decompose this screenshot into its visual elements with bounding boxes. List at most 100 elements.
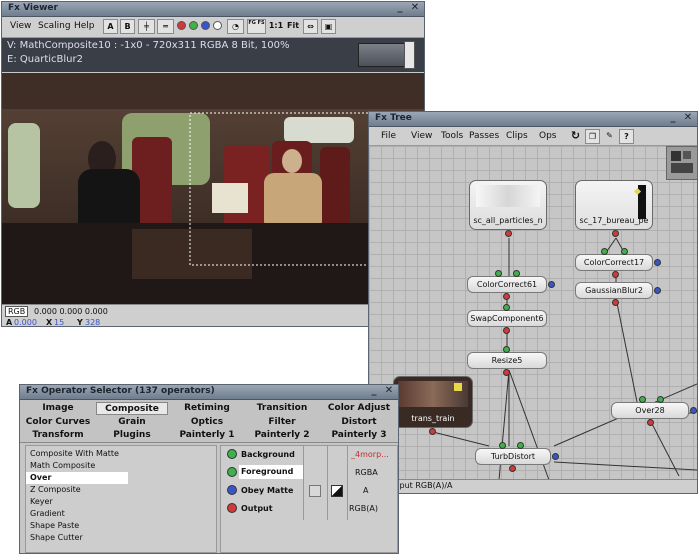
- node-colorcorrect17[interactable]: ColorCorrect17: [575, 254, 653, 271]
- tab-composite[interactable]: Composite: [96, 402, 168, 415]
- tab-transform[interactable]: Transform: [24, 429, 92, 442]
- snapshot-icon[interactable]: ▣: [321, 19, 336, 34]
- node-over28[interactable]: Over28: [611, 402, 689, 419]
- input-pin[interactable]: [517, 442, 524, 449]
- output-pin[interactable]: [612, 271, 619, 278]
- tree-menu-clips[interactable]: Clips: [506, 131, 528, 141]
- close-icon[interactable]: ✕: [682, 113, 694, 124]
- port-foreground[interactable]: Foreground: [239, 465, 303, 479]
- close-icon[interactable]: ✕: [383, 386, 395, 397]
- operator-shape-cutter[interactable]: Shape Cutter: [26, 532, 166, 544]
- node-sc-17-bureau[interactable]: sc_17_bureau_pe: [575, 180, 653, 230]
- operator-gradient[interactable]: Gradient: [26, 508, 166, 520]
- output-pin[interactable]: [612, 230, 619, 237]
- pencil-icon[interactable]: ✎: [602, 129, 617, 144]
- refresh-icon[interactable]: ↻: [568, 129, 583, 144]
- fit-width-icon[interactable]: ⇔: [303, 19, 318, 34]
- input-pin[interactable]: [657, 396, 664, 403]
- operator-z-composite[interactable]: Z Composite: [26, 484, 166, 496]
- a-button[interactable]: A: [103, 19, 118, 34]
- input-pin[interactable]: [654, 259, 661, 266]
- viewer-menu-help[interactable]: Help: [74, 21, 95, 31]
- blue-channel-icon[interactable]: [201, 21, 210, 30]
- tree-menu-view[interactable]: View: [411, 131, 432, 141]
- output-pin[interactable]: [429, 428, 436, 435]
- output-pin[interactable]: [509, 465, 516, 472]
- viewer-slider[interactable]: [358, 43, 410, 67]
- close-icon[interactable]: ✕: [409, 3, 421, 14]
- node-turbdistort[interactable]: TurbDistort: [475, 448, 551, 465]
- color-channels-icon[interactable]: ◔: [227, 19, 244, 34]
- input-pin[interactable]: [548, 281, 555, 288]
- input-pin[interactable]: [499, 442, 506, 449]
- minimize-icon[interactable]: _: [368, 386, 380, 397]
- input-pin[interactable]: [552, 453, 559, 460]
- fit-button[interactable]: Fit: [286, 19, 300, 34]
- tab-plugins[interactable]: Plugins: [96, 429, 168, 442]
- operator-math-composite[interactable]: Math Composite: [26, 460, 166, 472]
- tab-distort[interactable]: Distort: [322, 416, 396, 429]
- input-pin[interactable]: [639, 396, 646, 403]
- output-pin[interactable]: [612, 299, 619, 306]
- input-pin[interactable]: [601, 248, 608, 255]
- output-pin[interactable]: [503, 327, 510, 334]
- tab-grain[interactable]: Grain: [96, 416, 168, 429]
- copy-icon[interactable]: ❐: [585, 129, 600, 144]
- green-channel-icon[interactable]: [189, 21, 198, 30]
- split-icon[interactable]: ╪: [138, 19, 155, 34]
- node-colorcorrect61[interactable]: ColorCorrect61: [467, 276, 547, 293]
- selector-titlebar[interactable]: Fx Operator Selector (137 operators) _ ✕: [20, 385, 398, 400]
- tab-color-curves[interactable]: Color Curves: [24, 416, 92, 429]
- port-background[interactable]: Background: [241, 450, 295, 459]
- graph-navigator[interactable]: [666, 146, 697, 180]
- fg-fs-button[interactable]: FG FS: [247, 19, 266, 34]
- tab-image[interactable]: Image: [24, 402, 92, 415]
- input-pin[interactable]: [503, 346, 510, 353]
- operator-shape-paste[interactable]: Shape Paste: [26, 520, 166, 532]
- tree-menu-file[interactable]: File: [381, 131, 396, 141]
- tab-transition[interactable]: Transition: [246, 402, 318, 415]
- tree-menu-ops[interactable]: Ops: [539, 131, 557, 141]
- port-output[interactable]: Output: [241, 504, 273, 513]
- operator-keyer[interactable]: Keyer: [26, 496, 166, 508]
- input-pin[interactable]: [690, 407, 697, 414]
- node-swapcomponent6[interactable]: SwapComponent6: [467, 310, 547, 327]
- tab-painterly-1[interactable]: Painterly 1: [172, 429, 242, 442]
- viewer-image[interactable]: [2, 73, 424, 305]
- tab-painterly-3[interactable]: Painterly 3: [322, 429, 396, 442]
- input-pin[interactable]: [654, 287, 661, 294]
- operator-list[interactable]: Composite With Matte Math Composite Over…: [25, 445, 217, 553]
- viewer-slider-handle[interactable]: [404, 41, 415, 69]
- red-channel-icon[interactable]: [177, 21, 186, 30]
- matte-invert-icon[interactable]: [331, 485, 343, 497]
- output-pin[interactable]: [505, 230, 512, 237]
- input-pin[interactable]: [621, 248, 628, 255]
- zoom-1-1-button[interactable]: 1:1: [268, 19, 284, 34]
- tree-menu-passes[interactable]: Passes: [469, 131, 499, 141]
- tab-filter[interactable]: Filter: [246, 416, 318, 429]
- viewer-menu-scaling[interactable]: Scaling: [38, 21, 71, 31]
- help-icon[interactable]: ?: [619, 129, 634, 144]
- node-resize5[interactable]: Resize5: [467, 352, 547, 369]
- output-pin[interactable]: [647, 419, 654, 426]
- tree-menu-tools[interactable]: Tools: [441, 131, 463, 141]
- matte-checkbox[interactable]: [309, 485, 321, 497]
- input-pin[interactable]: [495, 270, 502, 277]
- alpha-channel-icon[interactable]: [213, 21, 222, 30]
- operator-over[interactable]: Over: [26, 472, 128, 484]
- input-pin[interactable]: [513, 270, 520, 277]
- output-pin[interactable]: [503, 293, 510, 300]
- tab-painterly-2[interactable]: Painterly 2: [246, 429, 318, 442]
- tab-color-adjust[interactable]: Color Adjust: [322, 402, 396, 415]
- minimize-icon[interactable]: _: [394, 3, 406, 14]
- wipe-icon[interactable]: ═: [157, 19, 174, 34]
- node-sc-all-particles[interactable]: sc_all_particles_n: [469, 180, 547, 230]
- node-gaussianblur2[interactable]: GaussianBlur2: [575, 282, 653, 299]
- status-mode[interactable]: RGB: [5, 306, 29, 317]
- viewer-titlebar[interactable]: Fx Viewer _ ✕: [2, 2, 424, 17]
- node-trans-train[interactable]: trans_train: [393, 376, 473, 428]
- tab-optics[interactable]: Optics: [172, 416, 242, 429]
- tab-retiming[interactable]: Retiming: [172, 402, 242, 415]
- b-button[interactable]: B: [120, 19, 135, 34]
- minimize-icon[interactable]: _: [667, 113, 679, 124]
